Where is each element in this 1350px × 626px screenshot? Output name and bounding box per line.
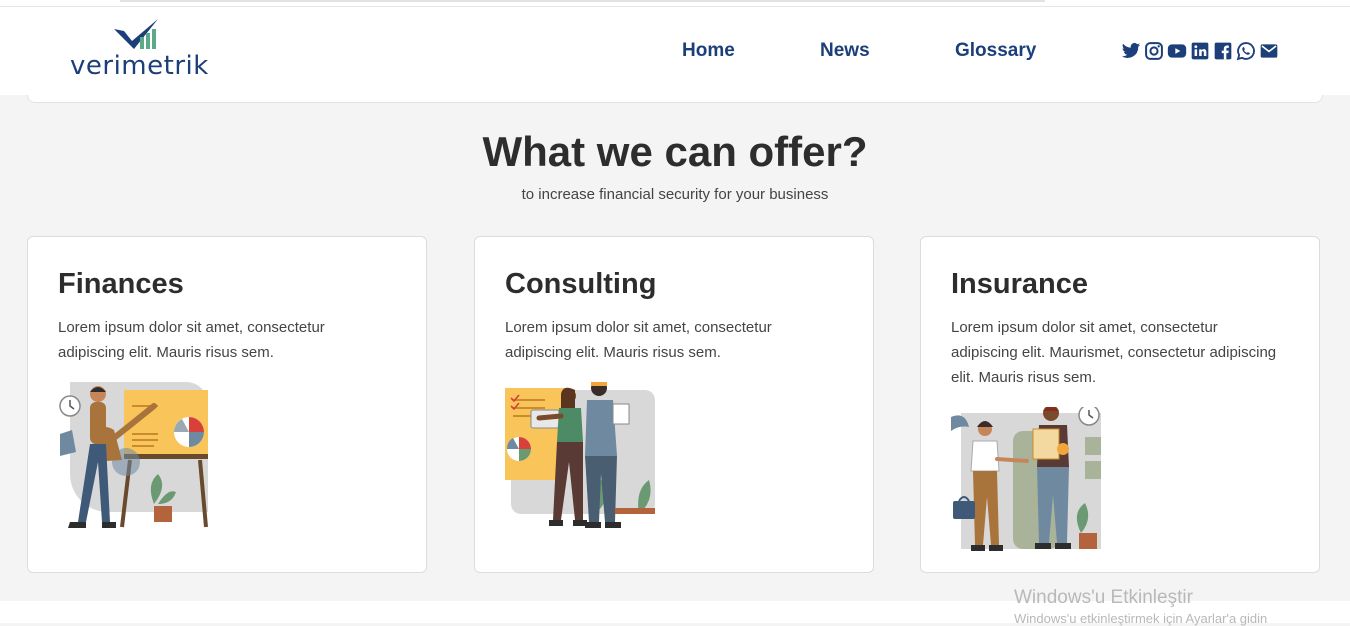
linkedin-icon[interactable] [1190, 41, 1210, 61]
whatsapp-icon[interactable] [1236, 41, 1256, 61]
mail-icon[interactable] [1259, 41, 1279, 61]
facebook-icon[interactable] [1213, 41, 1233, 61]
windows-activation-hint: Windows'u etkinleştirmek için Ayarlar'a … [1014, 611, 1268, 626]
logo[interactable]: verimetrik [70, 19, 210, 81]
browser-top-edge [0, 0, 1350, 7]
card-title: Finances [58, 268, 184, 300]
youtube-icon[interactable] [1167, 41, 1187, 61]
insurance-agreement-illustration [951, 407, 1101, 551]
card-title: Insurance [951, 268, 1088, 300]
section-subtitle: to increase financial security for your … [521, 186, 829, 203]
consulting-meeting-illustration [505, 382, 655, 528]
windows-activation-watermark: Windows'u Etkinleştir [1014, 587, 1193, 608]
nav-home[interactable]: Home [682, 40, 735, 62]
instagram-icon[interactable] [1144, 41, 1164, 61]
card-consulting[interactable]: Consulting Lorem ipsum dolor sit amet, c… [474, 236, 874, 573]
top-divider [120, 0, 1045, 2]
social-links [1121, 41, 1279, 61]
finance-presentation-illustration [59, 382, 208, 528]
card-title: Consulting [505, 268, 657, 300]
card-insurance[interactable]: Insurance Lorem ipsum dolor sit amet, co… [920, 236, 1320, 573]
nav-glossary[interactable]: Glossary [955, 40, 1036, 62]
logo-text: verimetrik [70, 51, 209, 81]
card-body: Lorem ipsum dolor sit amet, consectetur … [951, 319, 1277, 386]
section-title: What we can offer? [482, 128, 868, 175]
site-header: verimetrik Home News Glossary [0, 7, 1350, 95]
logo-check-icon [114, 19, 158, 49]
nav-news[interactable]: News [820, 40, 870, 62]
twitter-icon[interactable] [1121, 41, 1141, 61]
card-body: Lorem ipsum dolor sit amet, consectetur … [58, 319, 325, 361]
card-body: Lorem ipsum dolor sit amet, consectetur … [505, 319, 772, 361]
card-finances[interactable]: Finances Lorem ipsum dolor sit amet, con… [27, 236, 427, 573]
